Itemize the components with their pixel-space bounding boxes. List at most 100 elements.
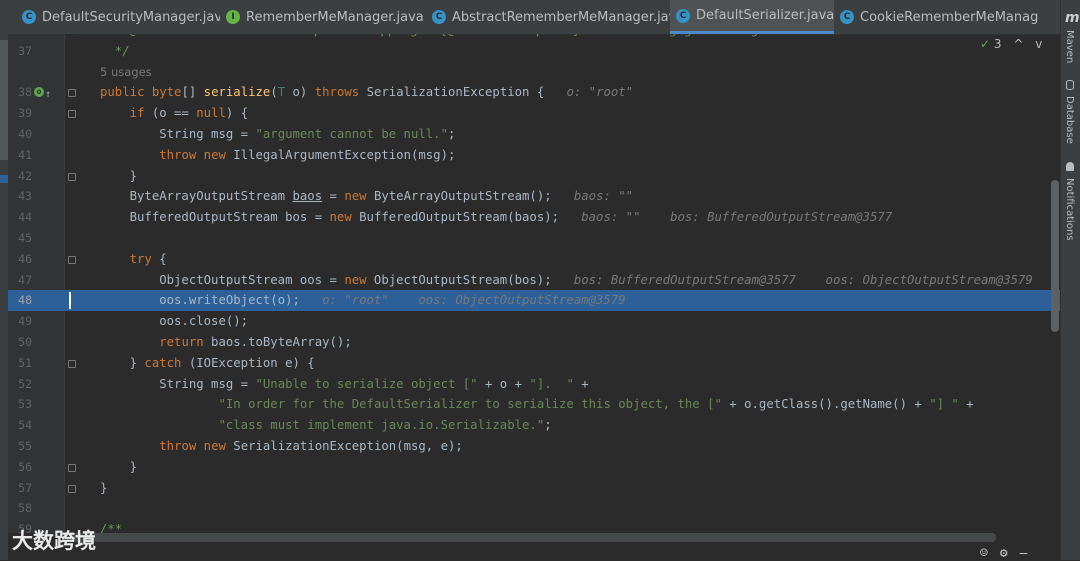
code-line-45[interactable]: 45: [8, 228, 1060, 249]
maven-logo-icon[interactable]: m: [1065, 10, 1080, 26]
notifications-tool-button[interactable]: Notifications: [1064, 178, 1075, 241]
code-line-55[interactable]: 55 throw new SerializationException(msg,…: [8, 436, 1060, 457]
code-editor[interactable]: 36 * @throws SerializationException wrap…: [8, 34, 1060, 533]
code-line-38[interactable]: 38 o ↑ public byte[] serialize(T o) throws …: [8, 82, 1060, 103]
line-number: 42: [18, 168, 32, 183]
line-number: 41: [18, 147, 32, 162]
code-text: String msg = "argument cannot be null.";: [100, 127, 456, 141]
usages-hint-line[interactable]: 5 usages: [8, 62, 1060, 83]
code-line-49[interactable]: 49 oos.close();: [8, 311, 1060, 332]
code-line-47[interactable]: 47 ObjectOutputStream oos = new ObjectOu…: [8, 270, 1060, 291]
line-number: 51: [18, 355, 32, 370]
code-text: public byte[] serialize(T o) throws Seri…: [100, 85, 634, 100]
code-line-51[interactable]: 51 } catch (IOException e) {: [8, 353, 1060, 374]
tab-abstractremembermemanager[interactable]: CAbstractRememberMeManager.java×: [426, 0, 670, 34]
code-line-58[interactable]: 58: [8, 498, 1060, 519]
tab-label: DefaultSerializer.java: [696, 8, 834, 23]
code-text: try {: [129, 251, 167, 266]
line-number: 40: [18, 127, 32, 141]
line-number: 45: [18, 231, 32, 245]
tab-label: CookieRememberMeManag: [860, 9, 1039, 25]
code-line-52[interactable]: 52 String msg = "Unable to serialize obj…: [8, 374, 1060, 395]
horizontal-scrollbar[interactable]: [70, 533, 996, 542]
code-text: oos.close();: [100, 314, 249, 329]
left-strip-thumb[interactable]: [0, 40, 8, 160]
settings-gear-icon[interactable]: ⚙: [1000, 546, 1020, 561]
code-line-44[interactable]: 44 BufferedOutputStream bos = new Buffer…: [8, 207, 1060, 228]
code-text: } catch (IOException e) {: [100, 355, 315, 370]
line-number: 37: [18, 43, 32, 58]
text-caret: [69, 292, 71, 310]
code-line-48[interactable]: 48 oos.writeObject(o); o: "root" oos: Ob…: [8, 290, 1060, 312]
code-line-54[interactable]: 54 "class must implement java.io.Seriali…: [8, 415, 1060, 436]
code-line-39[interactable]: 39 if (o == null) {: [8, 103, 1060, 124]
editor-tab-bar: CDefaultSecurityManager.java× I RememberMe…: [8, 0, 1060, 35]
minimize-icon[interactable]: —: [1020, 546, 1040, 561]
code-line-40[interactable]: 40 String msg = "argument cannot be null…: [8, 124, 1060, 145]
watermark: 大数跨境: [12, 529, 96, 553]
code-text: return baos.toByteArray();: [159, 335, 352, 349]
fold-marker-icon[interactable]: [68, 463, 76, 472]
fold-marker-icon[interactable]: [68, 359, 76, 368]
code-line-37[interactable]: 37 */: [8, 41, 1060, 62]
class-file-icon: C: [432, 10, 446, 24]
code-text: throw new SerializationException(msg, e)…: [159, 439, 463, 453]
code-text: if (o == null) {: [129, 106, 249, 121]
code-text: "class must implement java.io.Serializab…: [218, 418, 552, 433]
code-text: ObjectOutputStream oos = new ObjectOutpu…: [100, 272, 1033, 287]
code-line-57[interactable]: 57}: [8, 478, 1060, 499]
line-number: 48: [18, 293, 32, 308]
code-line-42[interactable]: 42 }: [8, 166, 1060, 187]
line-number: 55: [18, 439, 32, 453]
database-tool-button[interactable]: Database: [1064, 96, 1075, 144]
tab-label: RememberMeManager.java: [246, 9, 424, 25]
line-number: 53: [18, 397, 32, 412]
code-text: */: [100, 43, 130, 58]
code-text: }: [100, 168, 138, 183]
line-number: 54: [18, 418, 32, 433]
fold-marker-icon[interactable]: [68, 110, 76, 119]
next-highlight-button[interactable]: v: [1035, 37, 1042, 51]
code-line-53[interactable]: 53 "In order for the DefaultSerializer t…: [8, 394, 1060, 415]
code-line-41[interactable]: 41 throw new IllegalArgumentException(ms…: [8, 145, 1060, 166]
fold-marker-icon[interactable]: [68, 484, 76, 493]
line-number: 50: [18, 335, 32, 349]
code-line-46[interactable]: 46 try {: [8, 249, 1060, 270]
inspection-widget[interactable]: ✓ 3 ^ v: [980, 37, 1042, 51]
line-number: 49: [18, 314, 32, 329]
implementation-gutter-icon[interactable]: o: [34, 87, 44, 98]
line-number: 47: [18, 272, 32, 287]
interface-file-icon: I: [226, 10, 240, 24]
fold-marker-icon[interactable]: [68, 172, 76, 181]
line-number: 44: [18, 210, 32, 225]
tab-remembermemanager[interactable]: IRememberMeManager.java×: [220, 0, 426, 34]
fold-marker-icon[interactable]: [68, 89, 76, 98]
tab-label: AbstractRememberMeManager.java: [452, 9, 670, 25]
code-text: }: [100, 459, 138, 474]
status-bar-icons: ☺⚙—: [980, 546, 1039, 561]
code-line-43[interactable]: 43 ByteArrayOutputStream baos = new Byte…: [8, 186, 1060, 207]
database-icon: [1066, 80, 1074, 90]
code-line-50[interactable]: 50 return baos.toByteArray();: [8, 332, 1060, 353]
code-text: 5 usages: [100, 64, 152, 79]
class-file-icon: C: [676, 8, 690, 23]
bell-icon: [1066, 162, 1074, 171]
code-text: /**: [100, 522, 123, 533]
line-number: 46: [18, 251, 32, 266]
left-tool-strip: [0, 0, 8, 560]
previous-highlight-button[interactable]: ^: [1013, 37, 1023, 51]
code-text: BufferedOutputStream bos = new BufferedO…: [100, 210, 893, 225]
class-file-icon: C: [840, 10, 854, 24]
fold-marker-icon[interactable]: [68, 255, 76, 264]
feedback-icon[interactable]: ☺: [980, 546, 1000, 561]
code-line-56[interactable]: 56 }: [8, 457, 1060, 478]
code-line-59[interactable]: 59/**: [8, 519, 1060, 533]
tab-defaultserializer[interactable]: CDefaultSerializer.java×: [670, 0, 834, 34]
right-tool-window-bar: m Maven Database Notifications: [1060, 0, 1080, 560]
tab-defaultsecuritymanager[interactable]: CDefaultSecurityManager.java×: [16, 0, 220, 34]
tab-cookieremembermemanag[interactable]: C CookieRememberMeManag: [834, 0, 1060, 34]
vertical-scrollbar[interactable]: [1051, 180, 1059, 332]
code-text: String msg = "Unable to serialize object…: [100, 376, 589, 391]
maven-tool-button[interactable]: Maven: [1064, 30, 1075, 63]
left-strip-marker: [0, 175, 8, 183]
